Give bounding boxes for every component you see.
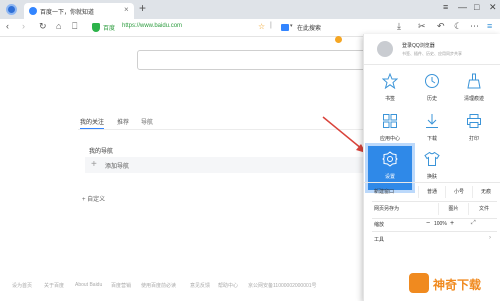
undo-icon[interactable]: ↶ [437,21,445,32]
browser-menu: 登录QQ浏览器 书签、插件、历史、应用同步共享 书签 历史 清理痕迹 应用中心 … [363,34,500,301]
menu-item-label: 应用中心 [379,136,400,142]
menu-item-label: 清理痕迹 [463,96,484,102]
new-window-normal[interactable]: 普通 [418,186,445,198]
forward-icon[interactable]: › [22,21,25,31]
chevron-right-icon: › [489,235,491,241]
menu-item-label: 书签 [384,96,395,102]
search-input[interactable]: 在此搜索 [297,23,321,32]
menu-item-clear-traces[interactable]: 清理痕迹 [452,68,496,112]
star-icon [382,73,398,89]
menu-item-label: 打印 [468,136,479,142]
fullscreen-icon[interactable]: ⤢ [471,220,476,227]
refresh-icon[interactable]: ↻ [39,21,47,32]
tab-baidu[interactable]: 百度一下，你就知道 × [24,3,134,19]
notification-dot [335,36,342,43]
menu-item-history[interactable]: 历史 [410,68,454,112]
menu-item-label: 下载 [426,136,437,142]
tab-my-follow[interactable]: 我的关注 [80,117,105,129]
save-as-label: 网页另存为 [374,206,400,212]
menu-item-bookmarks[interactable]: 书签 [368,68,412,112]
divider [372,201,497,202]
chevron-down-icon[interactable]: ▾ [290,23,293,29]
footer-link[interactable]: 帮助中心 [218,282,238,289]
menu-lines-icon[interactable]: ≡ [443,2,448,12]
search-engine-icon[interactable] [281,24,289,31]
new-window-label: 新建窗口 [374,189,395,195]
login-title[interactable]: 登录QQ浏览器 [402,42,435,49]
login-subtitle: 书签、插件、历史、应用同步共享 [402,51,462,56]
apps-icon [383,114,397,128]
tools-label[interactable]: 工具 [374,236,384,243]
gear-icon [382,151,398,167]
save-as-image[interactable]: 图片 [438,203,468,215]
new-window-small[interactable]: 小号 [445,186,472,198]
watermark-text: 神奇下载 [433,278,482,292]
add-nav-button[interactable]: + 添加导航 [85,157,365,173]
menu-item-skin[interactable]: 换肤 [410,146,454,190]
baidu-favicon-icon [29,7,37,15]
menu-item-label: 换肤 [426,174,437,180]
extensions-icon[interactable]: ⋯ [470,21,479,32]
menu-item-label: 历史 [426,96,437,102]
avatar[interactable] [377,41,393,57]
zoom-value: 100% [434,221,447,227]
download-icon [426,114,438,128]
menu-item-print[interactable]: 打印 [452,108,496,152]
tab-navigation[interactable]: 导航 [141,117,153,126]
tab-close-icon[interactable]: × [124,5,129,14]
main-menu-icon[interactable]: ≡ [487,21,492,31]
maximize-icon[interactable]: □ [474,2,479,12]
divider [372,231,497,232]
plus-icon: + [91,159,97,170]
download-icon[interactable]: ⤓ [397,21,401,32]
divider [364,64,500,65]
menu-item-label: 设置 [384,174,395,180]
my-nav-title: 我的导航 [89,149,114,155]
add-nav-label: 添加导航 [105,164,130,170]
footer-link[interactable]: 关于百度 [44,282,64,289]
reader-icon[interactable]: ⎕ [72,21,77,32]
tab-recommend[interactable]: 推荐 [117,117,129,126]
address-bar[interactable]: https://www.baidu.com [122,23,182,29]
footer-link[interactable]: 使用百度前必读 [141,282,176,289]
footer-link[interactable]: 百度营销 [111,282,131,289]
back-icon[interactable]: ‹ [6,21,9,31]
bookmark-star-icon[interactable]: ☆ [258,22,265,31]
watermark-logo-icon [409,273,429,293]
customize-link[interactable]: + 自定义 [82,194,105,203]
divider [364,182,500,183]
moon-icon[interactable]: ☾ [454,21,462,32]
footer-link[interactable]: 设为首页 [12,282,32,289]
printer-icon [467,114,481,128]
menu-item-settings[interactable]: 设置 [368,146,412,190]
clock-icon [425,74,439,88]
home-icon[interactable]: ⌂ [56,21,61,31]
close-icon[interactable]: ✕ [489,2,497,13]
save-as-file[interactable]: 文件 [468,203,499,215]
footer-link[interactable]: 京公网安备11000002000001号 [248,282,317,289]
divider [372,218,497,219]
zoom-out-button[interactable]: − [426,220,430,227]
scissors-icon[interactable]: ✂ [418,21,426,32]
zoom-label: 缩放 [374,222,385,228]
footer-link[interactable]: About Baidu [75,282,102,288]
tab-title: 百度一下，你就知道 [40,10,95,16]
secure-shield-icon [92,23,100,32]
zoom-in-button[interactable]: + [450,220,454,227]
shirt-icon [424,151,440,166]
footer-link[interactable]: 意见反馈 [190,282,210,289]
secure-label: 百度 [103,26,116,32]
broom-icon [467,73,481,89]
new-tab-icon[interactable]: + [139,1,146,15]
new-window-incognito[interactable]: 无痕 [472,186,499,198]
minimize-icon[interactable]: — [458,2,467,12]
divider-icon: | [270,22,272,29]
tab-strip: 百度一下，你就知道 × + ≡ — □ ✕ [0,0,500,19]
browser-logo-icon[interactable] [6,4,17,15]
